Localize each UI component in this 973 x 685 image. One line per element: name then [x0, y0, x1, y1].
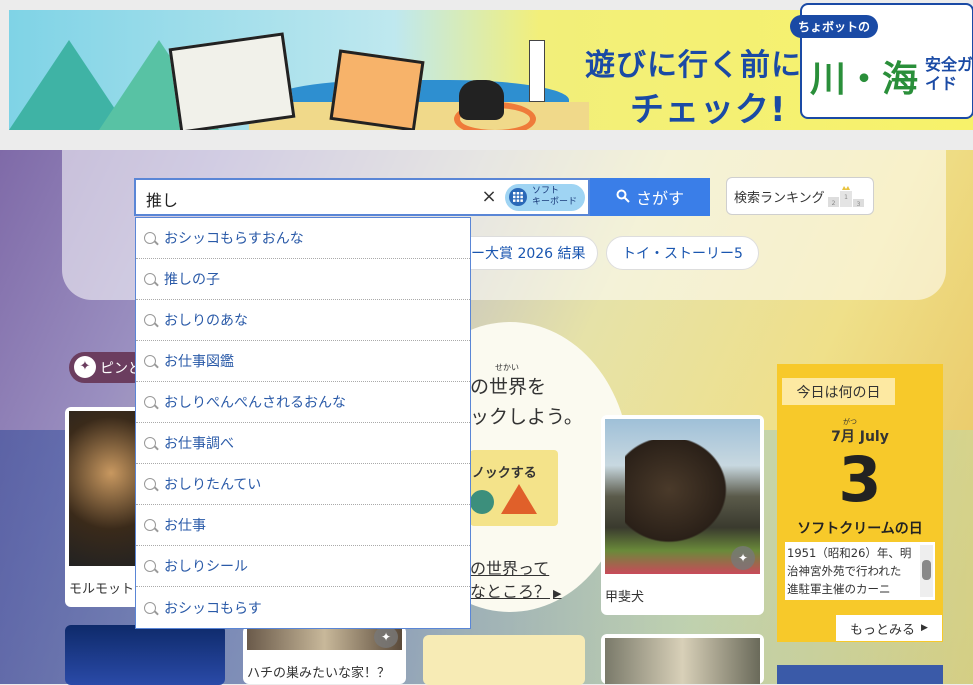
suggestion-item[interactable]: おしりのあな [136, 300, 470, 341]
robot-character-image [168, 32, 296, 130]
suggestion-item[interactable]: おしりぺんぺんされるおんな [136, 382, 470, 423]
arrow-right-icon: ▶ [921, 623, 928, 633]
search-icon [144, 560, 156, 572]
search-icon [144, 273, 156, 285]
dog-silhouette [625, 440, 735, 550]
content-card-blue[interactable] [777, 665, 943, 684]
suggestion-text: おシッコもらす [164, 600, 262, 617]
knock-label: ノックする [472, 466, 537, 481]
search-icon [144, 519, 156, 531]
banner-headline: 遊びに行く前に [585, 48, 802, 83]
suggestion-item[interactable]: お仕事図鑑 [136, 341, 470, 382]
trend-chip[interactable]: ー大賞 2026 結果 [452, 236, 598, 270]
trend-chip[interactable]: トイ・ストーリー5 [606, 236, 759, 270]
soft-keyboard-label: ソフト キーボード [532, 186, 578, 207]
search-input-value[interactable]: 推し [146, 187, 178, 211]
guide-tag: ちょボットの [790, 15, 879, 38]
suggestion-item[interactable]: おシッコもらすおんな [136, 218, 470, 259]
podium-icon: 2 1 3 [828, 185, 864, 208]
pin-icon[interactable]: ✦ [731, 546, 755, 570]
triangle-shape-icon [501, 484, 537, 514]
beach-illustration [249, 102, 589, 130]
suggestion-item[interactable]: おしりシール [136, 546, 470, 587]
card-caption: 甲斐犬 [605, 590, 645, 605]
keyboard-icon [509, 188, 527, 206]
more-button-label: もっとみる [850, 622, 916, 638]
search-icon [616, 188, 630, 207]
more-button[interactable]: もっとみる ▶ [836, 615, 942, 641]
search-icon [144, 601, 156, 614]
search-icon [144, 437, 156, 449]
suggestion-text: おしりシール [164, 559, 248, 575]
guide-subtitle: 安全ガイド [925, 55, 973, 93]
guide-title: 川・海 [810, 59, 919, 100]
pin-icon[interactable]: ✦ [374, 626, 398, 648]
search-icon [144, 232, 156, 244]
mormot-image [69, 411, 139, 566]
suggestion-text: お仕事図鑑 [164, 354, 234, 370]
suggestion-item[interactable]: おシッコもらす [136, 587, 470, 628]
card-caption: モルモット [69, 582, 135, 597]
arrow-right-icon: ▶ [553, 587, 562, 600]
today-header: 今日は何の日 [782, 378, 895, 405]
content-card-illustration[interactable] [423, 635, 585, 685]
shop-image [605, 638, 760, 684]
search-icon [144, 396, 156, 408]
today-day: 3 [838, 443, 882, 516]
suggestion-text: おしりのあな [164, 313, 248, 329]
card-caption: ハチの巣みたいな家！？ [247, 666, 391, 681]
feature-headline: の世界を [470, 376, 547, 398]
feature-link[interactable]: なところ？ ▶ [470, 578, 561, 602]
banner-headline-check: チェック! [630, 90, 787, 130]
suggestion-dropdown: おシッコもらすおんな 推しの子 おしりのあな お仕事図鑑 おしりぺんぺんされるお… [135, 217, 471, 629]
content-card-night[interactable] [65, 625, 225, 685]
search-icon [144, 478, 156, 490]
search-button[interactable]: さがす [590, 178, 710, 216]
search-button-label: さがす [635, 189, 684, 208]
search-icon [144, 355, 156, 367]
podium-third: 3 [857, 201, 861, 207]
circle-shape-icon [470, 490, 494, 514]
pin-icon: ✦ [74, 356, 96, 378]
podium-second: 2 [832, 200, 836, 207]
suggestion-text: おしりたんてい [164, 477, 262, 493]
podium-first: 1 [844, 194, 848, 201]
suggestion-text: おしりぺんぺんされるおんな [164, 395, 346, 411]
today-title: ソフトクリームの日 [797, 521, 923, 537]
feature-headline: ックしよう。 [470, 406, 583, 428]
suggestion-text: 推しの子 [164, 272, 220, 288]
robot-character-image [329, 49, 425, 130]
lighthouse-image [529, 40, 545, 102]
suggestion-text: お仕事 [164, 518, 206, 534]
feature-link-text: なところ？ [470, 582, 551, 601]
suggestion-text: おシッコもらすおんな [164, 231, 304, 247]
suggestion-item[interactable]: 推しの子 [136, 259, 470, 300]
suggestion-text: お仕事調べ [164, 436, 234, 452]
cat-character-image [459, 80, 504, 120]
suggestion-item[interactable]: おしりたんてい [136, 464, 470, 505]
search-ranking-label: 検索ランキング [734, 191, 825, 206]
search-icon [144, 314, 156, 326]
suggestion-item[interactable]: お仕事調べ [136, 423, 470, 464]
clear-icon[interactable]: × [480, 186, 498, 207]
suggestion-item[interactable]: お仕事 [136, 505, 470, 546]
feature-link[interactable]: の世界って [470, 555, 549, 579]
scrollbar-thumb[interactable] [922, 560, 931, 580]
today-description: 1951（昭和26）年、明治神宮外苑で行われた進駐軍主催のカーニ [787, 546, 912, 596]
